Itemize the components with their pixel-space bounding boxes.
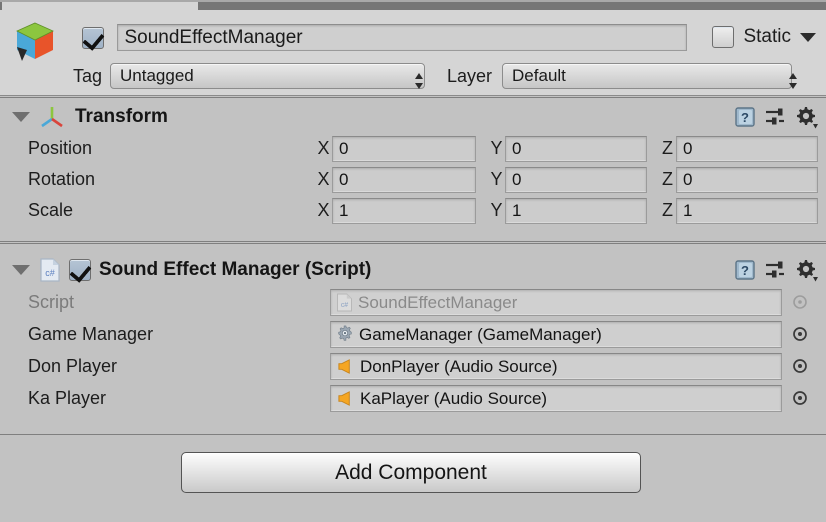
layer-label: Layer	[447, 65, 493, 86]
static-control-group: Static	[712, 26, 816, 48]
static-label: Static	[743, 26, 791, 47]
game-manager-row: Game Manager GameManager (GameManager)	[0, 318, 826, 350]
section-divider-top	[0, 243, 826, 244]
don-player-object-field[interactable]: DonPlayer (Audio Source)	[330, 352, 782, 380]
gameobject-name-input[interactable]: SoundEffectManager	[117, 24, 688, 51]
rotation-z-input[interactable]: 0	[676, 166, 818, 193]
ka-player-row: Ka Player KaPlayer (Audio Source)	[0, 382, 826, 414]
script-header[interactable]: c# Sound Effect Manager (Script) ?	[0, 254, 826, 286]
section-divider-bottom	[0, 434, 826, 435]
unity-inspector-panel: SoundEffectManager Static Tag Untagged L…	[0, 0, 826, 522]
transform-axis-icon	[41, 107, 63, 128]
script-object-value: SoundEffectManager	[358, 292, 518, 312]
tag-layer-row: Tag Untagged Layer Default	[0, 60, 826, 92]
layer-dropdown[interactable]: Default	[502, 63, 793, 89]
script-title: Sound Effect Manager (Script)	[99, 259, 372, 280]
add-component-zone: Add Component	[0, 436, 826, 522]
component-transform: Transform ? Position X 0 Y 0 Z 0 Rotatio…	[0, 97, 826, 242]
game-manager-label: Game Manager	[28, 323, 154, 344]
preset-sliders-icon[interactable]	[764, 259, 786, 281]
script-object-field: c# SoundEffectManager	[330, 288, 782, 316]
foldout-arrow-icon[interactable]	[12, 112, 30, 122]
scale-z-input[interactable]: 1	[676, 197, 818, 224]
ka-player-object-value: KaPlayer (Audio Source)	[360, 388, 548, 408]
target-circle-icon[interactable]	[791, 389, 809, 407]
layer-dropdown-updown-icon[interactable]	[788, 72, 798, 90]
transform-scale-row: Scale X 1 Y 1 Z 1	[0, 195, 826, 226]
position-label: Position	[28, 138, 93, 158]
svg-text:c#: c#	[341, 302, 348, 309]
don-player-label: Don Player	[28, 355, 118, 376]
ka-player-object-field[interactable]: KaPlayer (Audio Source)	[330, 384, 782, 412]
csharp-script-icon: c#	[40, 258, 60, 282]
preset-sliders-icon[interactable]	[764, 106, 786, 128]
transform-position-row: Position X 0 Y 0 Z 0	[0, 133, 826, 164]
position-x-axis-label: X	[317, 138, 330, 158]
script-header-icons: ?	[734, 258, 818, 282]
rotation-z-axis-label: Z	[662, 169, 673, 189]
svg-text:?: ?	[741, 110, 749, 125]
gear-icon[interactable]	[794, 258, 818, 282]
script-field-label: Script	[28, 291, 75, 312]
target-circle-icon[interactable]	[791, 325, 809, 343]
tag-label: Tag	[72, 65, 102, 86]
scale-z-axis-label: Z	[662, 200, 673, 220]
don-player-row: Don Player DonPlayer (Audio Source)	[0, 350, 826, 382]
prefab-gear-icon	[338, 325, 352, 341]
position-z-input[interactable]: 0	[676, 135, 818, 162]
game-manager-object-field[interactable]: GameManager (GameManager)	[330, 320, 782, 348]
section-divider-bottom	[0, 241, 826, 242]
help-book-icon[interactable]: ?	[734, 106, 756, 128]
rotation-y-input[interactable]: 0	[505, 166, 647, 193]
rotation-x-axis-label: X	[317, 169, 330, 189]
transform-rotation-row: Rotation X 0 Y 0 Z 0	[0, 164, 826, 195]
position-y-axis-label: Y	[490, 138, 503, 158]
gear-icon[interactable]	[794, 105, 818, 129]
csharp-script-icon: c#	[337, 293, 352, 311]
name-row: SoundEffectManager	[82, 24, 688, 52]
position-x-input[interactable]: 0	[332, 135, 476, 162]
gameobject-active-checkbox[interactable]	[82, 26, 104, 49]
tab-strip	[0, 0, 826, 10]
scale-y-axis-label: Y	[490, 200, 503, 220]
foldout-arrow-icon[interactable]	[12, 265, 30, 275]
scale-y-input[interactable]: 1	[505, 197, 647, 224]
tag-dropdown-updown-icon[interactable]	[414, 72, 424, 90]
transform-title: Transform	[75, 106, 168, 127]
script-enabled-checkbox[interactable]	[69, 259, 91, 281]
scale-label: Scale	[28, 200, 74, 220]
don-player-object-value: DonPlayer (Audio Source)	[360, 356, 558, 376]
rotation-x-input[interactable]: 0	[332, 166, 476, 193]
scale-x-axis-label: X	[317, 200, 330, 220]
transform-header[interactable]: Transform ?	[0, 101, 826, 133]
tab-strip-divider	[0, 0, 826, 2]
chevron-down-icon[interactable]	[800, 32, 816, 42]
gameobject-header: SoundEffectManager Static Tag Untagged L…	[0, 10, 826, 96]
position-z-axis-label: Z	[662, 138, 673, 158]
static-checkbox[interactable]	[712, 26, 735, 48]
add-component-button[interactable]: Add Component	[181, 452, 641, 493]
game-manager-object-value: GameManager (GameManager)	[359, 324, 602, 344]
script-reference-row: Script c# SoundEffectManager	[0, 286, 826, 318]
position-y-input[interactable]: 0	[505, 135, 647, 162]
component-sound-effect-manager: c# Sound Effect Manager (Script) ? Scrip…	[0, 243, 826, 435]
svg-text:c#: c#	[45, 268, 55, 278]
rotation-label: Rotation	[28, 169, 96, 189]
target-circle-icon[interactable]	[791, 293, 809, 311]
scale-x-input[interactable]: 1	[332, 197, 476, 224]
svg-text:?: ?	[741, 263, 749, 278]
tag-dropdown[interactable]: Untagged	[110, 63, 425, 89]
audio-source-icon	[338, 390, 350, 406]
transform-header-icons: ?	[734, 105, 818, 129]
rotation-y-axis-label: Y	[490, 169, 503, 189]
ka-player-label: Ka Player	[28, 387, 107, 408]
gameobject-cube-icon	[16, 22, 54, 61]
audio-source-icon	[338, 358, 350, 374]
target-circle-icon[interactable]	[791, 357, 809, 375]
section-divider-top	[0, 97, 826, 98]
help-book-icon[interactable]: ?	[734, 259, 756, 281]
